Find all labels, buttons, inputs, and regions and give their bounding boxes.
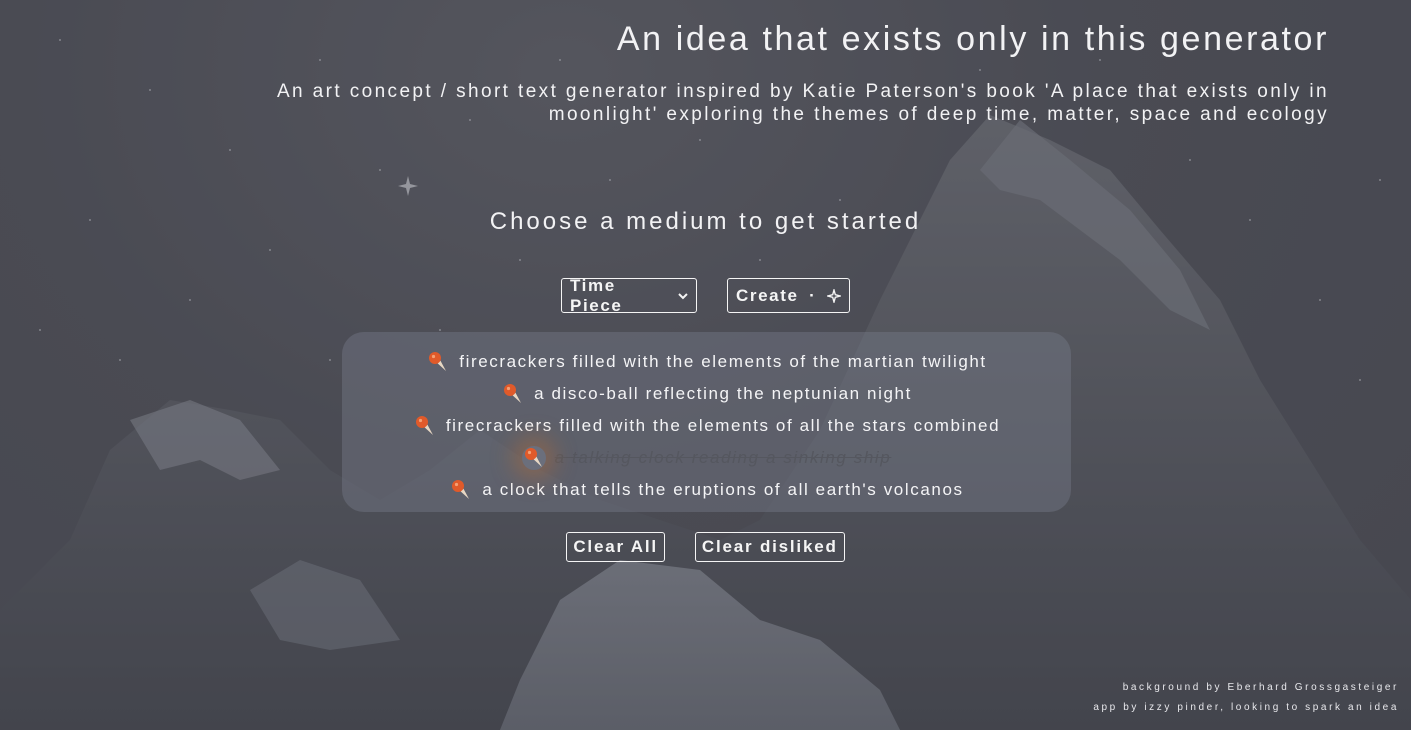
idea-item: a clock that tells the eruptions of all … <box>342 474 1071 506</box>
ice-cream-icon[interactable] <box>521 446 546 470</box>
idea-text: firecrackers filled with the elements of… <box>445 416 1001 435</box>
idea-item: firecrackers filled with the elements of… <box>342 410 1071 442</box>
controls: Time Piece Create · <box>0 275 1411 315</box>
clear-disliked-button[interactable]: Clear disliked <box>694 532 845 562</box>
medium-select-value: Time Piece <box>570 275 623 315</box>
medium-select[interactable]: Time Piece <box>561 275 697 315</box>
medium-prompt: Choose a medium to get started <box>489 208 922 235</box>
sparkle-icon <box>826 288 841 303</box>
background-credit: background by Eberhard Grossgasteiger <box>1122 682 1399 693</box>
clear-all-button[interactable]: Clear All <box>566 532 665 562</box>
page-subtitle: An art concept / short text generator in… <box>276 81 1329 125</box>
idea-item-disliked: a talking clock reading a sinking ship <box>342 442 1071 474</box>
idea-item: a disco-ball reflecting the neptunian ni… <box>342 378 1071 410</box>
app-credit: app by izzy pinder, looking to spark an … <box>1093 702 1399 713</box>
ice-cream-icon[interactable] <box>449 478 473 502</box>
create-separator: · <box>809 285 817 305</box>
page-title: An idea that exists only in this generat… <box>616 20 1329 58</box>
ice-cream-icon[interactable] <box>501 382 525 406</box>
idea-text: a clock that tells the eruptions of all … <box>482 480 964 499</box>
create-button-label: Create <box>736 285 799 305</box>
ice-cream-icon[interactable] <box>413 414 437 438</box>
chevron-down-icon <box>678 292 688 299</box>
idea-item: firecrackers filled with the elements of… <box>342 346 1071 378</box>
idea-text: firecrackers filled with the elements of… <box>459 352 987 371</box>
header: An idea that exists only in this generat… <box>249 18 1329 126</box>
footer: background by Eberhard Grossgasteiger ap… <box>1093 678 1399 718</box>
idea-text: a talking clock reading a sinking ship <box>554 448 892 467</box>
actions: Clear All Clear disliked <box>0 532 1411 562</box>
create-button[interactable]: Create · <box>727 278 850 313</box>
ice-cream-icon[interactable] <box>426 350 450 374</box>
ideas-list: firecrackers filled with the elements of… <box>342 332 1071 512</box>
idea-text: a disco-ball reflecting the neptunian ni… <box>534 384 912 403</box>
